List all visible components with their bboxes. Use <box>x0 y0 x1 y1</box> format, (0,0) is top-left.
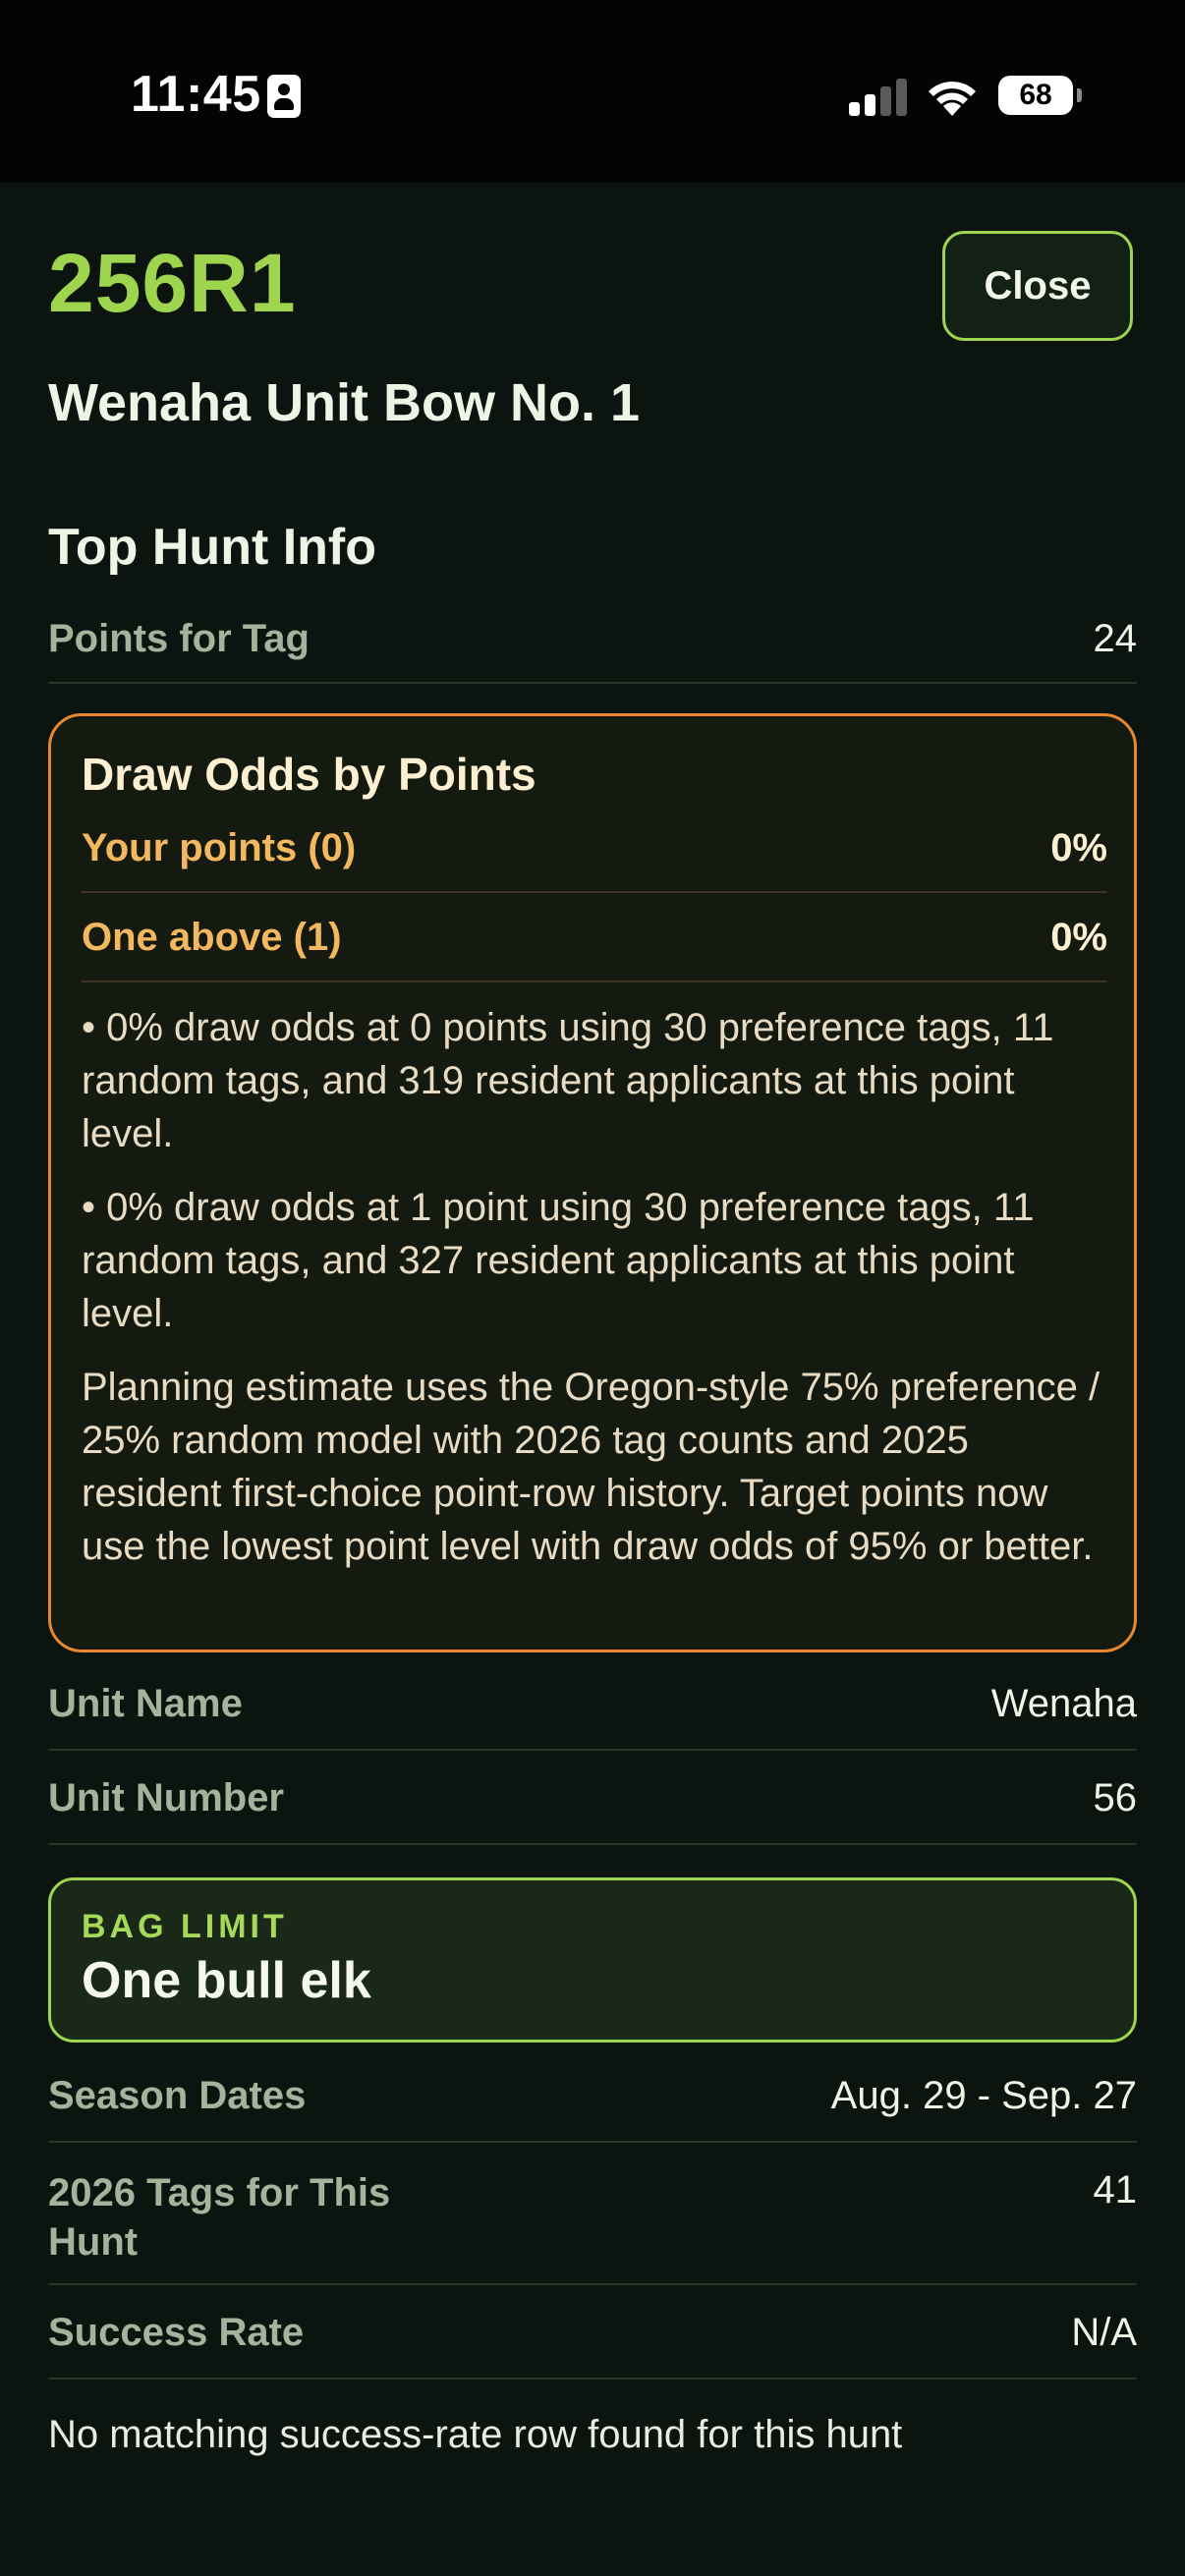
unit-name-label: Unit Name <box>48 1682 243 1725</box>
points-for-tag-value: 24 <box>1093 617 1138 660</box>
success-rate-row: Success Rate N/A <box>48 2311 1137 2380</box>
draw-odds-title: Draw Odds by Points <box>82 749 536 800</box>
cellular-signal-icon <box>849 77 908 116</box>
odds-note: • 0% draw odds at 0 points using 30 pref… <box>82 1006 1054 1155</box>
contact-card-icon <box>267 75 301 118</box>
unit-number-value: 56 <box>1093 1776 1138 1820</box>
odds-row-label: One above (1) <box>82 916 342 959</box>
success-rate-label: Success Rate <box>48 2311 305 2354</box>
odds-note: • 0% draw odds at 1 point using 30 prefe… <box>82 1186 1035 1335</box>
odds-row-your-points: Your points (0) 0% <box>82 826 1107 893</box>
unit-name-row: Unit Name Wenaha <box>48 1682 1137 1751</box>
draw-odds-card: Draw Odds by Points Your points (0) 0% O… <box>48 713 1137 1652</box>
status-bar: 11:45 68 <box>0 0 1185 183</box>
tags-label: 2026 Tags for This Hunt <box>48 2171 391 2264</box>
bag-limit-card: BAG LIMIT One bull elk <box>48 1877 1137 2043</box>
season-dates-value: Aug. 29 - Sep. 27 <box>830 2074 1137 2117</box>
top-hunt-info-title: Top Hunt Info <box>48 519 377 576</box>
hunt-code: 256R1 <box>48 237 297 329</box>
tags-value: 41 <box>1093 2168 1138 2212</box>
points-for-tag-label: Points for Tag <box>48 617 310 660</box>
unit-name-value: Wenaha <box>990 1682 1137 1725</box>
wifi-icon <box>929 82 976 116</box>
unit-number-row: Unit Number 56 <box>48 1776 1137 1845</box>
close-button[interactable]: Close <box>942 231 1133 341</box>
season-dates-row: Season Dates Aug. 29 - Sep. 27 <box>48 2074 1137 2143</box>
battery-icon: 68 <box>998 76 1082 115</box>
odds-row-value: 0% <box>1050 916 1107 959</box>
odds-row-label: Your points (0) <box>82 826 357 869</box>
success-rate-footnote: No matching success-rate row found for t… <box>48 2413 903 2456</box>
status-time: 11:45 <box>131 66 261 123</box>
success-rate-value: N/A <box>1071 2311 1137 2354</box>
tags-row: 2026 Tags for This Hunt 41 <box>48 2168 1137 2285</box>
bag-limit-value: One bull elk <box>82 1952 371 2009</box>
points-for-tag-row: Points for Tag 24 <box>48 617 1137 684</box>
season-dates-label: Season Dates <box>48 2074 307 2117</box>
unit-number-label: Unit Number <box>48 1776 284 1820</box>
odds-row-value: 0% <box>1050 826 1107 869</box>
bag-limit-label: BAG LIMIT <box>82 1908 288 1945</box>
odds-explanation: Planning estimate uses the Oregon-style … <box>82 1366 1100 1568</box>
hunt-name: Wenaha Unit Bow No. 1 <box>48 373 641 432</box>
odds-row-one-above: One above (1) 0% <box>82 916 1107 982</box>
